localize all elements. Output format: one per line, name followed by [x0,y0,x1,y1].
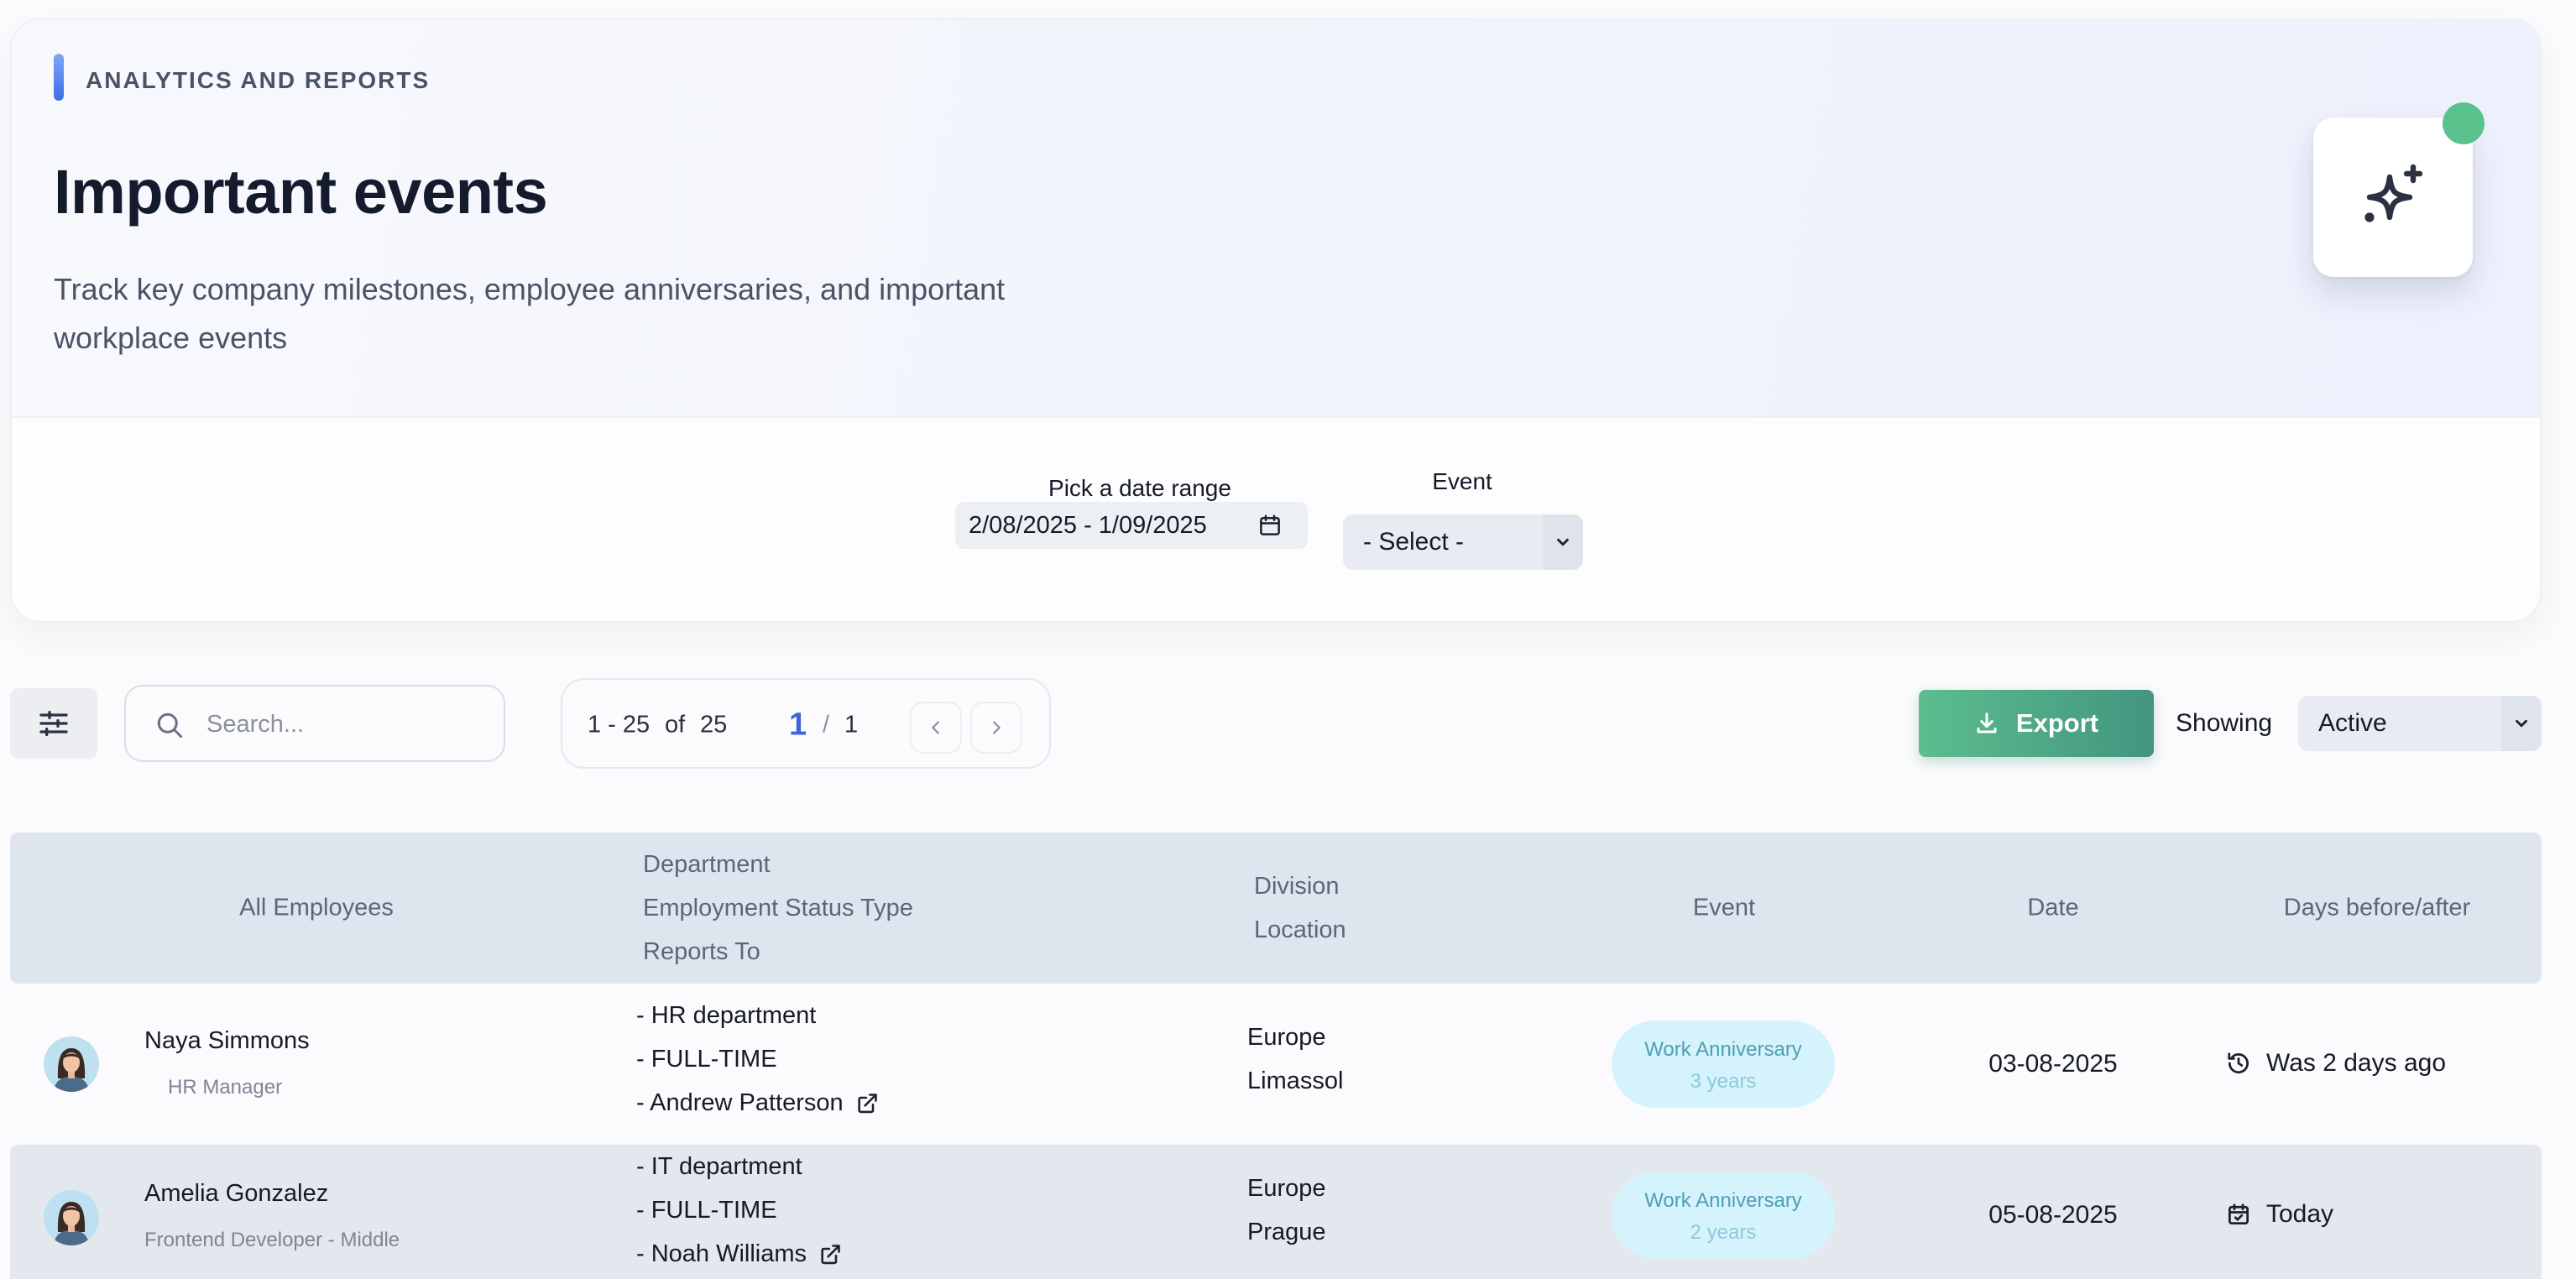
employee-name[interactable]: Amelia Gonzalez [144,1180,328,1208]
relative-days: Was 2 days ago [2226,1049,2446,1078]
chevron-left-icon [932,721,939,734]
event-select-value: - Select - [1363,528,1465,556]
header-employment-status[interactable]: Employment Status Type [643,886,913,930]
date-range-value: 2/08/2025 - 1/09/2025 [969,511,1207,539]
employee-role: Frontend Developer - Middle [144,1229,400,1251]
status-filter-value: Active [2318,709,2387,737]
employee-role: HR Manager [168,1076,283,1099]
filter-settings-button[interactable] [10,688,97,759]
relative-days: Today [2226,1200,2333,1229]
event-date: 03-08-2025 [1988,1050,2118,1078]
current-page[interactable]: 1 [789,707,807,744]
event-badge-sub: 2 years [1690,1221,1757,1244]
event-label: Event [1432,468,1492,494]
sliders-icon [39,711,68,736]
chevron-right-icon [993,721,1001,734]
total-count: 25 [700,711,728,739]
external-link-icon[interactable] [855,1092,879,1115]
table-row[interactable]: Amelia Gonzalez Frontend Developer - Mid… [10,1145,2542,1279]
status-filter-select[interactable]: Active [2298,696,2542,751]
reports-to-name[interactable]: - Noah Williams [636,1240,807,1267]
export-button[interactable]: Export [1919,690,2154,757]
event-badge-sub: 3 years [1690,1070,1757,1093]
reports-to-value[interactable]: - Andrew Patterson [636,1081,879,1125]
showing-label: Showing [2176,709,2273,737]
event-badge: Work Anniversary 3 years [1612,1021,1835,1108]
table-header: All Employees Department Employment Stat… [10,833,2542,984]
date-range-input[interactable]: 2/08/2025 - 1/09/2025 [955,502,1308,549]
division-value: Europe [1247,1175,1326,1202]
employment-status-value: - FULL-TIME [636,1046,777,1073]
department-value: - IT department [636,1153,802,1180]
history-icon [2228,1052,2249,1073]
avatar [44,1036,99,1092]
table-row[interactable]: Naya Simmons HR Manager - HR department … [10,989,2542,1140]
event-badge: Work Anniversary 2 years [1612,1172,1835,1259]
header-department[interactable]: Department [643,843,913,886]
sparkles-icon [2364,164,2423,222]
department-group: - HR department - FULL-TIME - Andrew Pat… [636,994,879,1125]
department-value: - HR department [636,1002,817,1029]
relative-days-text: Today [2266,1200,2334,1228]
department-group: - IT department - FULL-TIME - Noah Willi… [636,1145,842,1276]
relative-days-text: Was 2 days ago [2266,1049,2446,1077]
location-value: Limassol [1247,1068,1344,1094]
page-separator: / [823,711,830,739]
header-reports-to[interactable]: Reports To [643,930,913,974]
date-range-label: Pick a date range [1048,475,1231,501]
avatar [44,1190,99,1245]
employee-name[interactable]: Naya Simmons [144,1027,310,1055]
calendar-icon[interactable] [1257,513,1283,538]
pagination: 1 - 25 of 25 1 / 1 [561,678,1051,769]
header-date[interactable]: Date [2027,895,2078,922]
event-badge-title: Work Anniversary [1644,1038,1802,1061]
reports-to-name[interactable]: - Andrew Patterson [636,1089,844,1116]
division-value: Europe [1247,1024,1326,1051]
export-label: Export [2015,708,2099,738]
page-title: Important events [54,157,548,227]
chevron-down-icon [1543,514,1583,570]
header-division-group: Division Location [1254,864,1346,952]
external-link-icon[interactable] [818,1243,842,1266]
header-days[interactable]: Days before/after [2284,895,2470,922]
page-range: 1 - 25 [588,711,651,739]
online-status-dot [2443,102,2485,144]
calendar-check-icon [2229,1203,2249,1224]
location-value: Prague [1247,1219,1326,1245]
section-eyebrow: ANALYTICS AND REPORTS [86,67,431,93]
search-icon [157,713,182,738]
ai-assistant-button[interactable] [2313,117,2473,277]
event-select[interactable]: - Select - [1343,514,1583,570]
next-page-button[interactable] [970,702,1022,754]
division-group: Europe Prague [1247,1167,1326,1254]
search-input[interactable] [206,703,483,745]
page-subtitle: Track key company milestones, employee a… [54,272,1006,355]
header-event[interactable]: Event [1693,895,1755,922]
event-badge-title: Work Anniversary [1644,1189,1802,1212]
page-of-label: of [665,711,686,739]
eyebrow-accent-bar [54,54,64,101]
prev-page-button[interactable] [910,702,962,754]
header-division[interactable]: Division [1254,864,1346,908]
employment-status-value: - FULL-TIME [636,1197,777,1224]
reports-to-value[interactable]: - Noah Williams [636,1232,842,1276]
chevron-down-icon [2501,696,2542,751]
search-box[interactable] [124,685,505,762]
download-icon [1977,713,1997,733]
header-all-employees[interactable]: All Employees [239,895,394,922]
header-location[interactable]: Location [1254,908,1346,952]
division-group: Europe Limassol [1247,1015,1343,1103]
total-pages: 1 [844,711,859,739]
header-department-group: Department Employment Status Type Report… [643,843,913,974]
event-date: 05-08-2025 [1988,1201,2118,1229]
